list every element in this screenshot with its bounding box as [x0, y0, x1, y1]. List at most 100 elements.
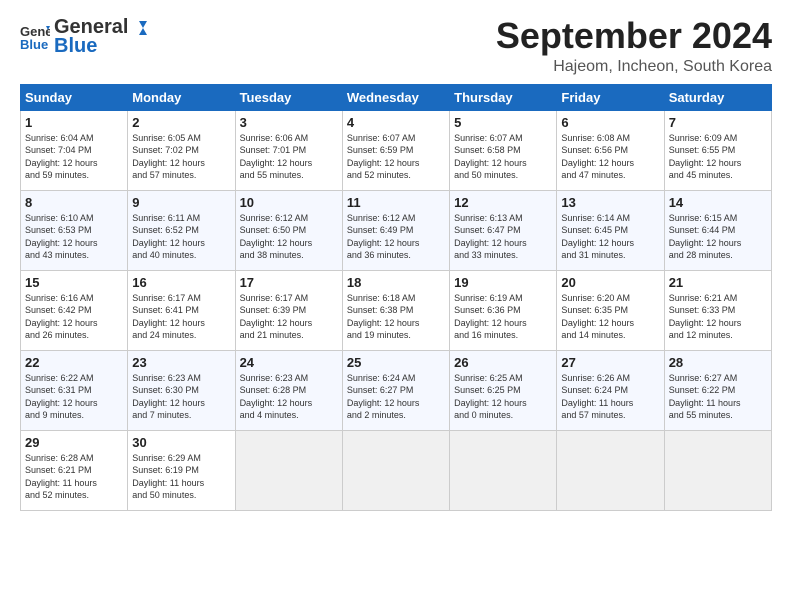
- day-info: Sunrise: 6:12 AMSunset: 6:50 PMDaylight:…: [240, 212, 338, 262]
- table-row: 15 Sunrise: 6:16 AMSunset: 6:42 PMDaylig…: [21, 270, 772, 350]
- day-number: 18: [347, 275, 445, 290]
- header: General Blue General Blue September 2024…: [20, 16, 772, 76]
- svg-text:Blue: Blue: [20, 37, 48, 52]
- day-cell: 7 Sunrise: 6:09 AMSunset: 6:55 PMDayligh…: [664, 110, 771, 190]
- day-number: 17: [240, 275, 338, 290]
- day-cell: 12 Sunrise: 6:13 AMSunset: 6:47 PMDaylig…: [450, 190, 557, 270]
- day-info: Sunrise: 6:08 AMSunset: 6:56 PMDaylight:…: [561, 132, 659, 182]
- day-number: 12: [454, 195, 552, 210]
- day-cell: 5 Sunrise: 6:07 AMSunset: 6:58 PMDayligh…: [450, 110, 557, 190]
- col-monday: Monday: [128, 84, 235, 110]
- table-row: 8 Sunrise: 6:10 AMSunset: 6:53 PMDayligh…: [21, 190, 772, 270]
- day-info: Sunrise: 6:07 AMSunset: 6:58 PMDaylight:…: [454, 132, 552, 182]
- day-number: 10: [240, 195, 338, 210]
- calendar-container: General Blue General Blue September 2024…: [0, 0, 792, 521]
- day-cell: 11 Sunrise: 6:12 AMSunset: 6:49 PMDaylig…: [342, 190, 449, 270]
- col-saturday: Saturday: [664, 84, 771, 110]
- table-row: 29 Sunrise: 6:28 AMSunset: 6:21 PMDaylig…: [21, 430, 772, 510]
- day-cell: 2 Sunrise: 6:05 AMSunset: 7:02 PMDayligh…: [128, 110, 235, 190]
- day-number: 14: [669, 195, 767, 210]
- day-info: Sunrise: 6:17 AMSunset: 6:39 PMDaylight:…: [240, 292, 338, 342]
- day-info: Sunrise: 6:28 AMSunset: 6:21 PMDaylight:…: [25, 452, 123, 502]
- day-number: 8: [25, 195, 123, 210]
- day-info: Sunrise: 6:18 AMSunset: 6:38 PMDaylight:…: [347, 292, 445, 342]
- day-number: 11: [347, 195, 445, 210]
- day-cell: 4 Sunrise: 6:07 AMSunset: 6:59 PMDayligh…: [342, 110, 449, 190]
- day-info: Sunrise: 6:24 AMSunset: 6:27 PMDaylight:…: [347, 372, 445, 422]
- day-cell: 14 Sunrise: 6:15 AMSunset: 6:44 PMDaylig…: [664, 190, 771, 270]
- day-info: Sunrise: 6:12 AMSunset: 6:49 PMDaylight:…: [347, 212, 445, 262]
- table-row: 1 Sunrise: 6:04 AMSunset: 7:04 PMDayligh…: [21, 110, 772, 190]
- day-number: 4: [347, 115, 445, 130]
- day-number: 25: [347, 355, 445, 370]
- day-number: 13: [561, 195, 659, 210]
- day-cell: 30 Sunrise: 6:29 AMSunset: 6:19 PMDaylig…: [128, 430, 235, 510]
- day-number: 15: [25, 275, 123, 290]
- day-number: 16: [132, 275, 230, 290]
- day-number: 20: [561, 275, 659, 290]
- day-cell: 1 Sunrise: 6:04 AMSunset: 7:04 PMDayligh…: [21, 110, 128, 190]
- col-tuesday: Tuesday: [235, 84, 342, 110]
- day-number: 6: [561, 115, 659, 130]
- day-info: Sunrise: 6:29 AMSunset: 6:19 PMDaylight:…: [132, 452, 230, 502]
- day-info: Sunrise: 6:10 AMSunset: 6:53 PMDaylight:…: [25, 212, 123, 262]
- day-cell: 26 Sunrise: 6:25 AMSunset: 6:25 PMDaylig…: [450, 350, 557, 430]
- empty-cell: [450, 430, 557, 510]
- day-info: Sunrise: 6:13 AMSunset: 6:47 PMDaylight:…: [454, 212, 552, 262]
- day-cell: 25 Sunrise: 6:24 AMSunset: 6:27 PMDaylig…: [342, 350, 449, 430]
- col-wednesday: Wednesday: [342, 84, 449, 110]
- day-cell: 29 Sunrise: 6:28 AMSunset: 6:21 PMDaylig…: [21, 430, 128, 510]
- header-row: Sunday Monday Tuesday Wednesday Thursday…: [21, 84, 772, 110]
- day-cell: 17 Sunrise: 6:17 AMSunset: 6:39 PMDaylig…: [235, 270, 342, 350]
- day-number: 30: [132, 435, 230, 450]
- day-info: Sunrise: 6:23 AMSunset: 6:28 PMDaylight:…: [240, 372, 338, 422]
- day-number: 9: [132, 195, 230, 210]
- day-info: Sunrise: 6:15 AMSunset: 6:44 PMDaylight:…: [669, 212, 767, 262]
- day-number: 3: [240, 115, 338, 130]
- day-info: Sunrise: 6:14 AMSunset: 6:45 PMDaylight:…: [561, 212, 659, 262]
- col-friday: Friday: [557, 84, 664, 110]
- day-info: Sunrise: 6:19 AMSunset: 6:36 PMDaylight:…: [454, 292, 552, 342]
- day-cell: 22 Sunrise: 6:22 AMSunset: 6:31 PMDaylig…: [21, 350, 128, 430]
- day-cell: 6 Sunrise: 6:08 AMSunset: 6:56 PMDayligh…: [557, 110, 664, 190]
- day-cell: 21 Sunrise: 6:21 AMSunset: 6:33 PMDaylig…: [664, 270, 771, 350]
- empty-cell: [664, 430, 771, 510]
- day-number: 26: [454, 355, 552, 370]
- day-cell: 28 Sunrise: 6:27 AMSunset: 6:22 PMDaylig…: [664, 350, 771, 430]
- day-cell: 18 Sunrise: 6:18 AMSunset: 6:38 PMDaylig…: [342, 270, 449, 350]
- title-block: September 2024 Hajeom, Incheon, South Ko…: [496, 16, 772, 76]
- day-info: Sunrise: 6:25 AMSunset: 6:25 PMDaylight:…: [454, 372, 552, 422]
- day-info: Sunrise: 6:23 AMSunset: 6:30 PMDaylight:…: [132, 372, 230, 422]
- day-number: 28: [669, 355, 767, 370]
- day-cell: 9 Sunrise: 6:11 AMSunset: 6:52 PMDayligh…: [128, 190, 235, 270]
- empty-cell: [342, 430, 449, 510]
- day-info: Sunrise: 6:21 AMSunset: 6:33 PMDaylight:…: [669, 292, 767, 342]
- day-info: Sunrise: 6:05 AMSunset: 7:02 PMDaylight:…: [132, 132, 230, 182]
- calendar-table: Sunday Monday Tuesday Wednesday Thursday…: [20, 84, 772, 511]
- empty-cell: [235, 430, 342, 510]
- day-number: 22: [25, 355, 123, 370]
- day-number: 21: [669, 275, 767, 290]
- day-cell: 20 Sunrise: 6:20 AMSunset: 6:35 PMDaylig…: [557, 270, 664, 350]
- day-info: Sunrise: 6:04 AMSunset: 7:04 PMDaylight:…: [25, 132, 123, 182]
- day-number: 5: [454, 115, 552, 130]
- day-cell: 16 Sunrise: 6:17 AMSunset: 6:41 PMDaylig…: [128, 270, 235, 350]
- logo-icon: General Blue: [20, 22, 50, 52]
- day-info: Sunrise: 6:11 AMSunset: 6:52 PMDaylight:…: [132, 212, 230, 262]
- day-info: Sunrise: 6:07 AMSunset: 6:59 PMDaylight:…: [347, 132, 445, 182]
- day-cell: 27 Sunrise: 6:26 AMSunset: 6:24 PMDaylig…: [557, 350, 664, 430]
- day-info: Sunrise: 6:16 AMSunset: 6:42 PMDaylight:…: [25, 292, 123, 342]
- day-number: 27: [561, 355, 659, 370]
- day-number: 29: [25, 435, 123, 450]
- logo: General Blue General Blue: [20, 16, 148, 58]
- empty-cell: [557, 430, 664, 510]
- day-info: Sunrise: 6:22 AMSunset: 6:31 PMDaylight:…: [25, 372, 123, 422]
- day-cell: 3 Sunrise: 6:06 AMSunset: 7:01 PMDayligh…: [235, 110, 342, 190]
- col-thursday: Thursday: [450, 84, 557, 110]
- day-info: Sunrise: 6:06 AMSunset: 7:01 PMDaylight:…: [240, 132, 338, 182]
- col-sunday: Sunday: [21, 84, 128, 110]
- day-cell: 10 Sunrise: 6:12 AMSunset: 6:50 PMDaylig…: [235, 190, 342, 270]
- day-info: Sunrise: 6:20 AMSunset: 6:35 PMDaylight:…: [561, 292, 659, 342]
- day-number: 24: [240, 355, 338, 370]
- day-number: 19: [454, 275, 552, 290]
